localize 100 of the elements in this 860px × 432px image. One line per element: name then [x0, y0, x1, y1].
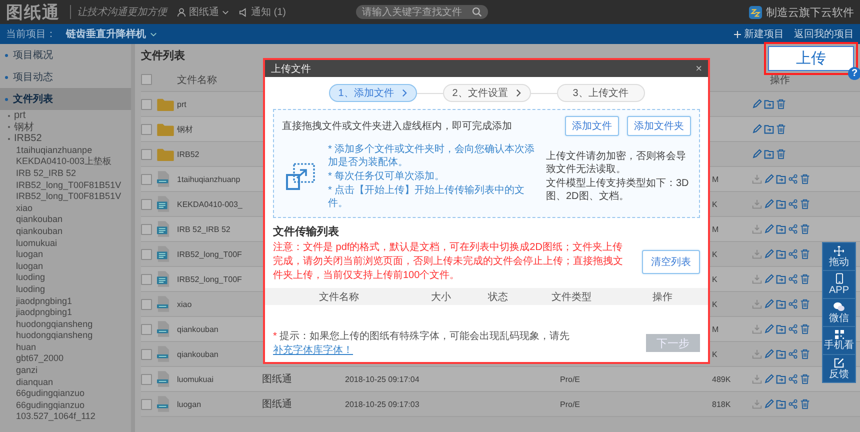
- checkbox[interactable]: [141, 374, 152, 384]
- trash-icon[interactable]: [800, 324, 810, 334]
- file-item[interactable]: huan: [8, 342, 131, 354]
- file-name[interactable]: luomukuai: [177, 374, 262, 384]
- file-item[interactable]: luoding: [8, 284, 131, 296]
- notice-link[interactable]: 通知 (1): [239, 5, 286, 19]
- folder-arrow-icon[interactable]: [776, 274, 786, 284]
- file-name[interactable]: qiankouban: [177, 350, 262, 358]
- trash-icon[interactable]: [800, 224, 810, 234]
- file-name[interactable]: IRB52_long_T00F: [177, 274, 262, 284]
- share-icon[interactable]: [788, 324, 798, 334]
- folder-arrow-icon[interactable]: [776, 374, 786, 384]
- file-item[interactable]: luomukuai: [8, 238, 131, 250]
- download-icon[interactable]: [752, 299, 762, 309]
- download-icon[interactable]: [752, 199, 762, 209]
- sidebar-item[interactable]: 项目动态: [0, 66, 131, 88]
- checkbox[interactable]: [141, 74, 152, 85]
- download-icon[interactable]: [752, 224, 762, 234]
- file-item[interactable]: luoding: [8, 272, 131, 284]
- folder-arrow-icon[interactable]: [776, 349, 786, 359]
- trash-icon[interactable]: [800, 299, 810, 309]
- share-icon[interactable]: [788, 349, 798, 359]
- pencil-icon[interactable]: [764, 399, 774, 409]
- step-tab[interactable]: 2、文件设置: [442, 84, 530, 102]
- checkbox[interactable]: [141, 348, 152, 360]
- file-item[interactable]: huodongqiansheng: [8, 318, 131, 330]
- file-name[interactable]: IRB52_long_T00F: [177, 250, 262, 258]
- share-icon[interactable]: [788, 199, 798, 209]
- project-dropdown[interactable]: 链齿垂直升降样机: [66, 27, 157, 41]
- trash-icon[interactable]: [800, 349, 810, 359]
- download-icon[interactable]: [752, 374, 762, 384]
- trash-icon[interactable]: [776, 149, 786, 159]
- user-menu[interactable]: 图纸通: [177, 5, 229, 19]
- pencil-icon[interactable]: [764, 174, 774, 184]
- checkbox[interactable]: [141, 324, 152, 334]
- trash-icon[interactable]: [800, 274, 810, 284]
- folder-arrow-icon[interactable]: [776, 224, 786, 234]
- pencil-icon[interactable]: [752, 99, 762, 109]
- step-tab[interactable]: 1、添加文件: [328, 84, 416, 102]
- file-item[interactable]: IRB 52_IRB 52: [8, 168, 131, 180]
- step-tab[interactable]: 3、上传文件: [556, 84, 644, 102]
- trash-icon[interactable]: [800, 374, 810, 384]
- share-icon[interactable]: [788, 374, 798, 384]
- folder-arrow-icon[interactable]: [776, 249, 786, 259]
- trash-icon[interactable]: [800, 174, 810, 184]
- file-name[interactable]: IRB52: [177, 150, 262, 158]
- share-icon[interactable]: [788, 224, 798, 234]
- share-icon[interactable]: [788, 274, 798, 284]
- share-icon[interactable]: [788, 174, 798, 184]
- checkbox[interactable]: [141, 148, 152, 160]
- share-icon[interactable]: [788, 299, 798, 309]
- file-item[interactable]: IRB52_long_T00F81B51V: [8, 191, 131, 203]
- file-item[interactable]: 103.527_1064f_112: [8, 411, 131, 424]
- trash-icon[interactable]: [800, 399, 810, 409]
- download-icon[interactable]: [752, 249, 762, 259]
- download-icon[interactable]: [752, 324, 762, 334]
- pencil-icon[interactable]: [764, 199, 774, 209]
- file-name[interactable]: xiao: [177, 300, 262, 308]
- close-button[interactable]: ×: [696, 62, 702, 74]
- file-item[interactable]: qiankouban: [8, 214, 131, 226]
- file-item[interactable]: 1taihuqianzhuanpe: [8, 144, 131, 156]
- pencil-icon[interactable]: [764, 374, 774, 384]
- checkbox[interactable]: [141, 174, 152, 184]
- trash-icon[interactable]: [776, 124, 786, 134]
- file-item[interactable]: jiaodpngbing1: [8, 307, 131, 319]
- file-item[interactable]: 66gudingqianzuo: [8, 400, 131, 412]
- checkbox[interactable]: [141, 98, 152, 110]
- back-link[interactable]: 返回我的项目: [794, 27, 854, 41]
- pencil-icon[interactable]: [752, 149, 762, 159]
- font-library-link[interactable]: 补充字体库字体！: [273, 345, 353, 356]
- pencil-icon[interactable]: [764, 324, 774, 334]
- file-item[interactable]: xiao: [8, 202, 131, 214]
- file-item[interactable]: ganzi: [8, 365, 131, 377]
- file-item[interactable]: huodongqiansheng: [8, 330, 131, 342]
- file-item[interactable]: jiaodpngbing1: [8, 296, 131, 308]
- folder-item[interactable]: prt: [8, 110, 131, 122]
- pencil-icon[interactable]: [764, 349, 774, 359]
- trash-icon[interactable]: [776, 99, 786, 109]
- folder-arrow-icon[interactable]: [764, 124, 774, 134]
- pencil-icon[interactable]: [764, 249, 774, 259]
- pencil-icon[interactable]: [764, 299, 774, 309]
- sidebar-item[interactable]: 文件列表: [0, 88, 131, 110]
- side-tool-button[interactable]: 手机看: [823, 327, 855, 355]
- folder-arrow-icon[interactable]: [764, 99, 774, 109]
- file-item[interactable]: luogan: [8, 249, 131, 261]
- file-name[interactable]: KEKDA0410-003_: [177, 200, 262, 208]
- folder-item[interactable]: 钢材: [8, 122, 131, 134]
- drop-zone[interactable]: 直接拖拽文件或文件夹进入虚线框内，即可完成添加 添加文件 添加文件夹 * 添加多个文件或文件夹时，会向您确认本次添加是否为装配体。 * 每次任务仅可单次添加。 * 点击【开始上传】开始上传传输列表中的文件。 上传文件请勿加密，否则将会导致文件无法读取。 文件模型上传支持类型如下：3D图、2D图、文档。: [273, 109, 700, 218]
- file-name[interactable]: luogan: [177, 400, 262, 408]
- file-item[interactable]: IRB52_long_T00F81B51V: [8, 180, 131, 192]
- file-name[interactable]: prt: [177, 100, 262, 108]
- file-item[interactable]: qiankouban: [8, 226, 131, 238]
- trash-icon[interactable]: [800, 199, 810, 209]
- side-tool-button[interactable]: 微信: [823, 299, 855, 327]
- file-name[interactable]: qiankouban: [177, 324, 262, 334]
- file-name[interactable]: 1taihuqianzhuanp: [177, 174, 262, 184]
- download-icon[interactable]: [752, 399, 762, 409]
- folder-item[interactable]: IRB52: [8, 133, 131, 145]
- share-icon[interactable]: [788, 399, 798, 409]
- checkbox[interactable]: [141, 274, 152, 284]
